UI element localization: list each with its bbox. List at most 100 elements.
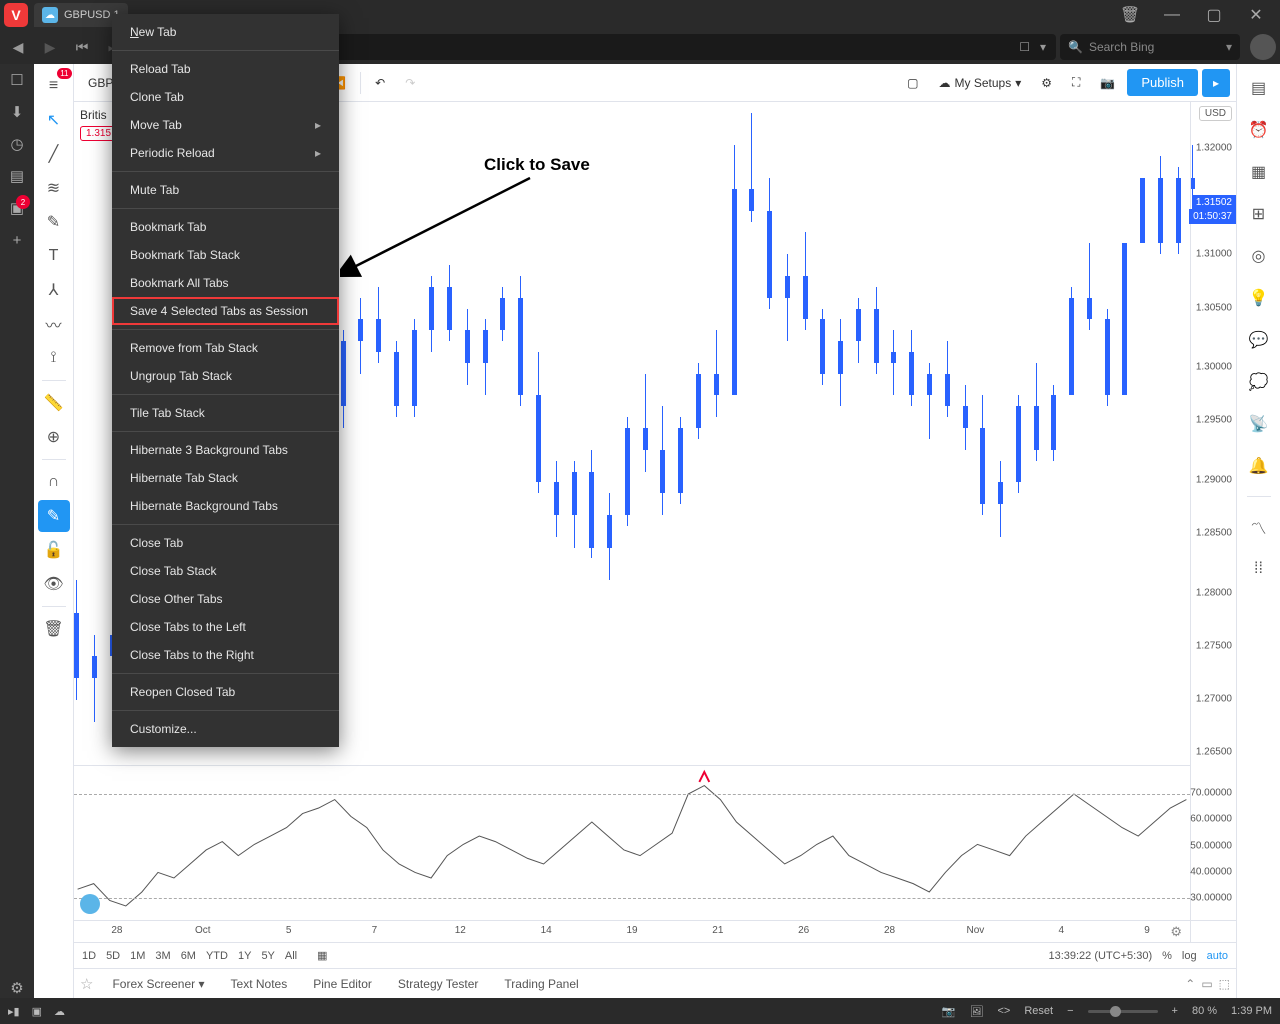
collapse-panel-icon[interactable]: ⌃	[1185, 977, 1195, 991]
trash-tool-icon[interactable]: 🗑	[38, 613, 70, 645]
percent-toggle[interactable]: %	[1162, 950, 1172, 962]
alerts-icon[interactable]: ⏰	[1243, 114, 1275, 146]
ruler-icon[interactable]: 📏	[38, 387, 70, 419]
prediction-tool-icon[interactable]: 〰	[38, 308, 70, 340]
sb-reset-zoom[interactable]: Reset	[1024, 1005, 1053, 1017]
price-axis[interactable]: USD 1.31502 01:50:37 1.320001.310001.305…	[1190, 102, 1236, 765]
currency-badge[interactable]: USD	[1199, 106, 1232, 121]
timeframe-6M[interactable]: 6M	[181, 950, 196, 962]
ctx-close-stack[interactable]: Close Tab Stack	[112, 557, 339, 585]
ctx-tile-stack[interactable]: Tile Tab Stack	[112, 399, 339, 427]
vivaldi-menu-button[interactable]: V	[4, 3, 28, 27]
sb-panel-toggle-icon[interactable]: ▸▮	[8, 1005, 20, 1018]
measure-tool-icon[interactable]: ⟟	[38, 342, 70, 374]
bottom-tab-pine-editor[interactable]: Pine Editor	[302, 972, 383, 996]
timeframe-All[interactable]: All	[285, 950, 297, 962]
start-stream-button[interactable]: ▸	[1202, 69, 1230, 97]
ctx-save-session[interactable]: Save 4 Selected Tabs as Session	[112, 297, 339, 325]
forward-button[interactable]: ▶	[36, 33, 64, 61]
hotlist-icon[interactable]: ▦	[1243, 156, 1275, 188]
timeframe-YTD[interactable]: YTD	[206, 950, 228, 962]
ctx-bookmark-stack[interactable]: Bookmark Tab Stack	[112, 241, 339, 269]
ctx-ungroup-stack[interactable]: Ungroup Tab Stack	[112, 362, 339, 390]
ctx-move-tab[interactable]: Move Tab	[112, 111, 339, 139]
ctx-new-tab[interactable]: New Tab	[112, 18, 339, 46]
ctx-reload-tab[interactable]: Reload Tab	[112, 55, 339, 83]
ctx-close-other[interactable]: Close Other Tabs	[112, 585, 339, 613]
sb-page-actions-icon[interactable]: <>	[997, 1005, 1010, 1017]
sb-toggle-images-icon[interactable]: 🖼	[970, 1005, 984, 1018]
undo-button[interactable]: ↶	[367, 72, 393, 94]
timeframe-5D[interactable]: 5D	[106, 950, 120, 962]
watchlist-icon[interactable]: ▤	[1243, 72, 1275, 104]
back-button[interactable]: ◀	[4, 33, 32, 61]
fib-tool-icon[interactable]: ≋	[38, 172, 70, 204]
time-axis[interactable]: ⚙ 28Oct57121419212628Nov49	[74, 920, 1190, 942]
rewind-button[interactable]: ⏮	[68, 33, 96, 61]
sb-zoom-slider[interactable]	[1088, 1010, 1158, 1013]
ctx-close-left[interactable]: Close Tabs to the Left	[112, 613, 339, 641]
close-button[interactable]: ✕	[1236, 1, 1276, 29]
auto-toggle[interactable]: auto	[1207, 950, 1228, 962]
dropdown-icon[interactable]: ▾	[1040, 40, 1046, 54]
ctx-hibernate-bg-tabs[interactable]: Hibernate Background Tabs	[112, 492, 339, 520]
sb-zoom-out-icon[interactable]: −	[1067, 1005, 1073, 1017]
ctx-close-tab[interactable]: Close Tab	[112, 529, 339, 557]
zoom-icon[interactable]: ⊕	[38, 421, 70, 453]
ctx-mute-tab[interactable]: Mute Tab	[112, 176, 339, 204]
public-chat-icon[interactable]: 💬	[1243, 324, 1275, 356]
maximize-button[interactable]: ▢	[1194, 1, 1234, 29]
bottom-tab-strategy-tester[interactable]: Strategy Tester	[387, 972, 489, 996]
bottom-tab-trading-panel[interactable]: Trading Panel	[493, 972, 589, 996]
trash-icon[interactable]: 🗑	[1110, 1, 1150, 29]
publish-button[interactable]: Publish	[1127, 69, 1198, 96]
sb-sync-icon[interactable]: ☁	[54, 1005, 65, 1018]
dom-icon[interactable]: 〽	[1243, 511, 1275, 543]
axis-settings-icon[interactable]: ⚙	[1170, 924, 1182, 940]
notes-panel-icon[interactable]: ▤	[7, 166, 27, 186]
minimize-button[interactable]: —	[1152, 1, 1192, 29]
goto-date-icon[interactable]: ▦	[317, 949, 327, 962]
fullscreen-button[interactable]: ⛶	[1064, 71, 1088, 94]
ctx-bookmark-tab[interactable]: Bookmark Tab	[112, 213, 339, 241]
calendar-icon[interactable]: ⊞	[1243, 198, 1275, 230]
timeframe-1M[interactable]: 1M	[130, 950, 145, 962]
my-setups-button[interactable]: ☁ My Setups ▾	[931, 72, 1030, 94]
bookmark-icon[interactable]: ☐	[1019, 40, 1030, 54]
profile-button[interactable]	[1250, 34, 1276, 60]
brush-tool-icon[interactable]: ✎	[38, 206, 70, 238]
ctx-customize[interactable]: Customize...	[112, 715, 339, 743]
layout-button[interactable]: ▢	[899, 72, 926, 94]
log-toggle[interactable]: log	[1182, 950, 1197, 962]
indicator-chart[interactable]	[74, 765, 1190, 920]
bookmarks-panel-icon[interactable]: ☐	[7, 70, 27, 90]
private-chat-icon[interactable]: 💭	[1243, 366, 1275, 398]
lock-drawings-icon[interactable]: ✎	[38, 500, 70, 532]
ctx-hibernate-bg[interactable]: Hibernate 3 Background Tabs	[112, 436, 339, 464]
ideas-stream-icon[interactable]: 📡	[1243, 408, 1275, 440]
add-panel-icon[interactable]: +	[7, 230, 27, 250]
ideas-bulb-icon[interactable]: 💡	[1243, 282, 1275, 314]
downloads-panel-icon[interactable]: ⬇	[7, 102, 27, 122]
unlock-icon[interactable]: 🔓	[38, 534, 70, 566]
notifications-bell-icon[interactable]: 🔔	[1243, 450, 1275, 482]
bottom-tab-forex-screener[interactable]: Forex Screener ▾	[101, 972, 215, 996]
ctx-hibernate-stack[interactable]: Hibernate Tab Stack	[112, 464, 339, 492]
clock-label[interactable]: 13:39:22 (UTC+5:30)	[1048, 950, 1152, 962]
news-target-icon[interactable]: ◎	[1243, 240, 1275, 272]
ctx-clone-tab[interactable]: Clone Tab	[112, 83, 339, 111]
cursor-tool-icon[interactable]: ↖	[38, 104, 70, 136]
hamburger-icon[interactable]: ≡	[38, 70, 70, 102]
sb-capture-icon[interactable]: 📷	[942, 1005, 956, 1018]
settings-gear-icon[interactable]: ⚙	[7, 978, 27, 998]
history-panel-icon[interactable]: ◷	[7, 134, 27, 154]
text-tool-icon[interactable]: T	[38, 240, 70, 272]
favorite-star-icon[interactable]: ☆	[80, 975, 93, 993]
maximize-panel-icon[interactable]: ⬚	[1219, 977, 1230, 991]
search-dropdown-icon[interactable]: ▾	[1226, 40, 1232, 54]
minimize-panel-icon[interactable]: ▭	[1201, 977, 1212, 991]
ctx-bookmark-all[interactable]: Bookmark All Tabs	[112, 269, 339, 297]
object-tree-icon[interactable]: ⁞⁞	[1243, 553, 1275, 585]
ctx-reopen-closed[interactable]: Reopen Closed Tab	[112, 678, 339, 706]
timeframe-1D[interactable]: 1D	[82, 950, 96, 962]
